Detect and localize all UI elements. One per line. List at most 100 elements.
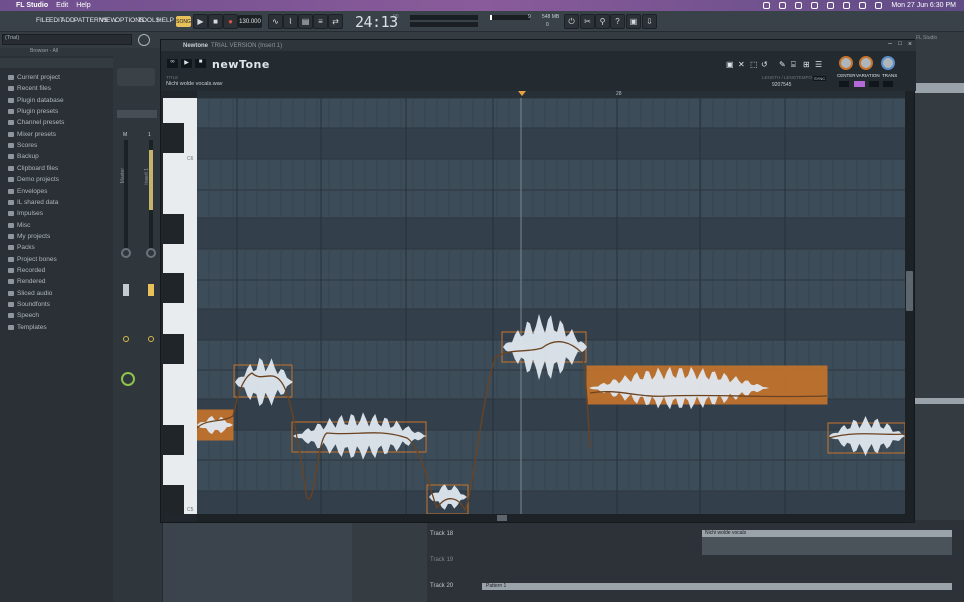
- track-19-label[interactable]: Track 19: [430, 557, 453, 563]
- browser-item[interactable]: Demo projects: [8, 176, 59, 183]
- time-display[interactable]: 24:13: [355, 13, 398, 31]
- time-ruler[interactable]: 28: [197, 91, 905, 98]
- browser-item[interactable]: Project bones: [8, 256, 57, 263]
- countdown-icon[interactable]: ▤: [298, 14, 313, 29]
- variation-mode-button[interactable]: [854, 81, 865, 87]
- browser-item[interactable]: Rendered: [8, 278, 46, 285]
- stop-icon[interactable]: ■: [195, 59, 206, 68]
- browser-item[interactable]: Sliced audio: [8, 290, 52, 297]
- pitch-editor-grid[interactable]: [197, 98, 905, 514]
- note-canvas[interactable]: [197, 98, 905, 514]
- center-mode-button[interactable]: [839, 81, 849, 87]
- track-18-label[interactable]: Track 18: [430, 531, 453, 537]
- browser-item[interactable]: Plugin presets: [8, 108, 58, 115]
- online-icon[interactable]: ⏻: [564, 14, 579, 29]
- browser-item[interactable]: Scores: [8, 142, 37, 149]
- browser-item[interactable]: Packs: [8, 244, 35, 251]
- browser-item[interactable]: Clipboard files: [8, 165, 58, 172]
- insert-route-icon[interactable]: [148, 336, 154, 342]
- app-menu[interactable]: FL Studio: [16, 2, 48, 9]
- browser-item[interactable]: Soundfonts: [8, 301, 50, 308]
- browser-item[interactable]: Impulses: [8, 210, 43, 217]
- pattern-clip[interactable]: Pattern 1: [482, 583, 952, 590]
- select-icon[interactable]: ⬚: [750, 60, 758, 69]
- menu-file[interactable]: FILE: [36, 17, 50, 24]
- merge-icon[interactable]: ⊞: [803, 60, 810, 69]
- browser-item[interactable]: My projects: [8, 233, 50, 240]
- master-route-icon[interactable]: [123, 336, 129, 342]
- browser-item[interactable]: Recorded: [8, 267, 45, 274]
- loop-record-icon[interactable]: ⇄: [328, 14, 343, 29]
- snap-field[interactable]: (Trial): [2, 34, 132, 45]
- dropbox-icon[interactable]: [779, 2, 787, 9]
- slice-icon[interactable]: ⌸: [791, 60, 796, 70]
- browser-item[interactable]: Mixer presets: [8, 131, 56, 138]
- play-icon[interactable]: ▶: [181, 59, 192, 68]
- record-button[interactable]: ●: [223, 14, 238, 29]
- browser-item[interactable]: Current project: [8, 74, 60, 81]
- blend-icon[interactable]: ≡: [313, 14, 328, 29]
- center-knob[interactable]: [839, 56, 853, 70]
- help-menu[interactable]: Help: [76, 2, 90, 9]
- horizontal-scrollbar[interactable]: [197, 514, 905, 522]
- battery-icon[interactable]: [827, 2, 835, 9]
- minimize-icon[interactable]: –: [888, 40, 892, 47]
- master-fader[interactable]: [123, 284, 129, 296]
- pat-song-toggle[interactable]: SONG: [176, 16, 191, 27]
- tools-icon[interactable]: ✂: [580, 14, 595, 29]
- menu-help[interactable]: HELP: [157, 17, 174, 24]
- route-cable-icon[interactable]: [121, 372, 135, 386]
- browser-knob-icon[interactable]: [138, 34, 150, 46]
- channel-rack-mini[interactable]: [117, 68, 155, 86]
- browser-item[interactable]: Misc: [8, 222, 30, 229]
- stop-button[interactable]: ■: [208, 14, 223, 29]
- save-icon[interactable]: ▣: [726, 60, 734, 69]
- tempo-display[interactable]: 130.000: [238, 15, 262, 28]
- search-icon[interactable]: [859, 2, 867, 9]
- cloud-icon[interactable]: [795, 2, 803, 9]
- audio-clip[interactable]: Nichi wolde vocals: [702, 530, 952, 537]
- song-position-bar[interactable]: [410, 15, 478, 20]
- pencil-icon[interactable]: ✎: [779, 60, 786, 69]
- browser-item[interactable]: Plugin database: [8, 97, 64, 104]
- playhead-marker[interactable]: [518, 91, 526, 96]
- help-icon[interactable]: ?: [610, 14, 625, 29]
- loop-icon[interactable]: ∞: [167, 59, 178, 68]
- browser-item[interactable]: Recent files: [8, 85, 51, 92]
- render-icon[interactable]: ⇩: [642, 14, 657, 29]
- clock[interactable]: Mon 27 Jun 6:30 PM: [891, 2, 956, 9]
- piano-keyboard[interactable]: C6 C5: [163, 98, 197, 514]
- browser-item[interactable]: Backup: [8, 153, 39, 160]
- maximize-icon[interactable]: □: [898, 41, 902, 47]
- wait-icon[interactable]: ⌇: [283, 14, 298, 29]
- browser-tabs[interactable]: [0, 58, 113, 68]
- insert-pan-knob[interactable]: [146, 248, 156, 258]
- list-icon[interactable]: ☰: [815, 60, 822, 69]
- trans-mode-button[interactable]: [883, 81, 893, 87]
- wifi-icon[interactable]: [843, 2, 851, 9]
- insert-fader[interactable]: [148, 284, 154, 296]
- browser-item[interactable]: Speech: [8, 312, 39, 319]
- trans-knob[interactable]: [881, 56, 895, 70]
- variation-knob[interactable]: [859, 56, 873, 70]
- undo-icon[interactable]: ↺: [761, 60, 768, 69]
- cut-icon[interactable]: ✕: [738, 60, 745, 69]
- edit-menu[interactable]: Edit: [56, 2, 68, 9]
- browser-header[interactable]: Browser - All: [0, 48, 113, 56]
- browser-item[interactable]: Channel presets: [8, 119, 64, 126]
- volume-bar[interactable]: [410, 22, 478, 27]
- save-icon[interactable]: ▣: [626, 14, 641, 29]
- mic-icon[interactable]: ⚲: [595, 14, 610, 29]
- menu-add[interactable]: ADD: [61, 17, 75, 24]
- play-button[interactable]: ▶: [193, 14, 208, 29]
- close-icon[interactable]: ×: [908, 41, 912, 48]
- newtone-titlebar[interactable]: Newtone TRIAL VERSION (Insert 1) × □ –: [161, 40, 916, 51]
- location-icon[interactable]: [763, 2, 771, 9]
- sync-button[interactable]: SYNC: [813, 76, 827, 81]
- master-pan-knob[interactable]: [121, 248, 131, 258]
- track-20-label[interactable]: Track 20: [430, 583, 453, 589]
- browser-item[interactable]: IL shared data: [8, 199, 58, 206]
- bluetooth-icon[interactable]: [811, 2, 819, 9]
- browser-item[interactable]: Envelopes: [8, 188, 47, 195]
- metronome-icon[interactable]: ∿: [268, 14, 283, 29]
